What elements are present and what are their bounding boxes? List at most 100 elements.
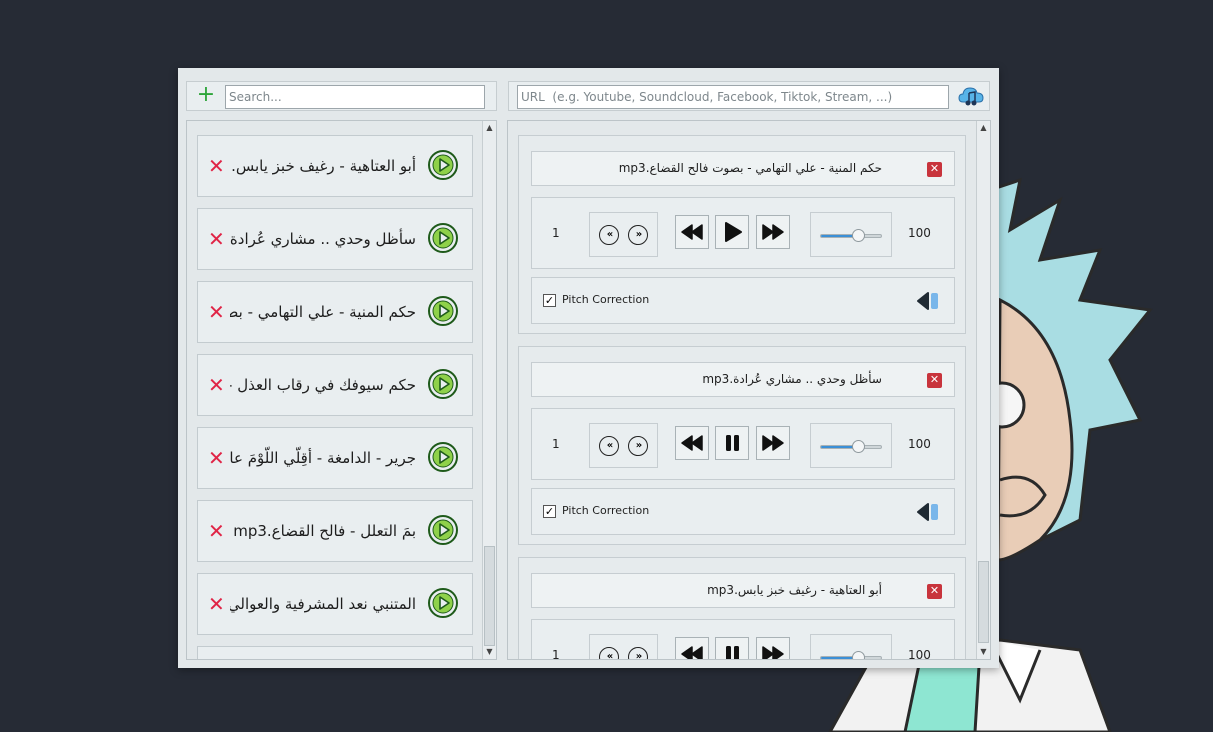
volume-value: 100 bbox=[908, 226, 931, 240]
speed-value: 1 bbox=[552, 226, 560, 240]
speed-value: 1 bbox=[552, 437, 560, 451]
play-circle-icon[interactable] bbox=[428, 150, 458, 180]
scroll-up-icon[interactable]: ▲ bbox=[483, 121, 496, 135]
plus-icon[interactable]: + bbox=[195, 84, 217, 107]
x-icon[interactable]: ✕ bbox=[208, 228, 226, 250]
player-controls: 1 «» 100 bbox=[531, 408, 955, 480]
track-title: حكم سيوفك في رقاب العذل - فالح القضاع.mp… bbox=[230, 376, 416, 394]
x-icon[interactable]: ✕ bbox=[208, 301, 226, 323]
play-circle-icon[interactable] bbox=[428, 369, 458, 399]
track-title: المتنبي نعد المشرفية والعوالي بصوت فالح … bbox=[230, 595, 416, 613]
scroll-down-icon[interactable]: ▼ bbox=[483, 645, 496, 659]
volume-knob[interactable] bbox=[852, 440, 866, 453]
pitch-row: ✓ Pitch Correction bbox=[531, 488, 955, 535]
previous-button[interactable] bbox=[675, 637, 709, 659]
playlist-toolbar: + bbox=[186, 81, 497, 111]
track-title: بمَ التعلل - فالح القضاع.mp3 bbox=[233, 522, 416, 540]
pause-button[interactable] bbox=[715, 637, 749, 659]
rewind-icon[interactable]: « bbox=[599, 436, 619, 456]
track-title: جرير - الدامغة - أقِلّي اللّوْمَ عاذِلَ … bbox=[230, 449, 416, 467]
scroll-down-icon[interactable]: ▼ bbox=[977, 645, 990, 659]
list-item[interactable]: ✕ بمَ التعلل - فالح القضاع.mp3 bbox=[197, 500, 473, 562]
play-circle-icon[interactable] bbox=[428, 223, 458, 253]
previous-button[interactable] bbox=[675, 215, 709, 249]
volume-value: 100 bbox=[908, 648, 931, 660]
volume-knob[interactable] bbox=[852, 229, 866, 242]
next-button[interactable] bbox=[756, 637, 790, 659]
close-icon[interactable]: ✕ bbox=[927, 584, 942, 599]
url-toolbar bbox=[508, 81, 990, 111]
previous-button[interactable] bbox=[675, 426, 709, 460]
player-header: أبو العتاهية - رغيف خبز يابس.mp3 ✕ bbox=[531, 573, 955, 608]
track-title: حكم المنية - علي التهامي - بصوت فالح الق… bbox=[230, 303, 416, 321]
x-icon[interactable]: ✕ bbox=[208, 593, 226, 615]
main-window: + ✕أبو العتاهية - رغيف خبز يابس.mp3✕سأظل… bbox=[178, 68, 999, 668]
pitch-checkbox[interactable]: ✓ bbox=[543, 294, 556, 307]
seek-group: «» bbox=[589, 212, 658, 257]
scroll-thumb[interactable] bbox=[978, 561, 989, 643]
players-panel: حكم المنية - علي التهامي - بصوت فالح الق… bbox=[507, 120, 991, 660]
seek-group: «» bbox=[589, 634, 658, 659]
playlist-scrollbar[interactable]: ▲ ▼ bbox=[482, 121, 496, 659]
volume-slider[interactable] bbox=[820, 440, 882, 453]
url-input[interactable] bbox=[517, 85, 949, 109]
x-icon[interactable]: ✕ bbox=[208, 447, 226, 469]
pitch-checkbox[interactable]: ✓ bbox=[543, 505, 556, 518]
play-button[interactable] bbox=[715, 215, 749, 249]
pitch-label: Pitch Correction bbox=[562, 504, 650, 517]
search-input[interactable] bbox=[225, 85, 485, 109]
list-item[interactable]: ✕جرير - الدامغة - أقِلّي اللّوْمَ عاذِلَ… bbox=[197, 427, 473, 489]
volume-group bbox=[810, 423, 892, 468]
track-title: أبو العتاهية - رغيف خبز يابس.mp3 bbox=[230, 157, 416, 175]
x-icon[interactable]: ✕ bbox=[208, 520, 226, 542]
rewind-icon[interactable]: « bbox=[599, 225, 619, 245]
speed-value: 1 bbox=[552, 648, 560, 660]
x-icon[interactable]: ✕ bbox=[208, 374, 226, 396]
player-card: أبو العتاهية - رغيف خبز يابس.mp3✕1«»100✓… bbox=[518, 557, 966, 660]
pitch-label: Pitch Correction bbox=[562, 293, 650, 306]
volume-group bbox=[810, 634, 892, 659]
scroll-thumb[interactable] bbox=[484, 546, 495, 646]
play-circle-icon[interactable] bbox=[428, 442, 458, 472]
list-item[interactable]: ✕سأظل وحدي .. مشاري عُرادة.mp3 bbox=[197, 208, 473, 270]
volume-slider[interactable] bbox=[820, 229, 882, 242]
player-controls: 1 «» 100 bbox=[531, 197, 955, 269]
player-header: حكم المنية - علي التهامي - بصوت فالح الق… bbox=[531, 151, 955, 186]
player-title: حكم المنية - علي التهامي - بصوت فالح الق… bbox=[618, 161, 882, 175]
next-button[interactable] bbox=[756, 215, 790, 249]
play-circle-icon[interactable] bbox=[428, 296, 458, 326]
player-card: حكم المنية - علي التهامي - بصوت فالح الق… bbox=[518, 135, 966, 334]
pitch-row: ✓ Pitch Correction bbox=[531, 277, 955, 324]
list-item[interactable]: ✕أبو العتاهية - رغيف خبز يابس.mp3 bbox=[197, 135, 473, 197]
play-circle-icon[interactable] bbox=[428, 588, 458, 618]
volume-knob[interactable] bbox=[852, 651, 866, 659]
player-header: سأظل وحدي .. مشاري عُرادة.mp3 ✕ bbox=[531, 362, 955, 397]
pause-button[interactable] bbox=[715, 426, 749, 460]
speaker-icon[interactable] bbox=[916, 290, 944, 312]
playlist-panel: ✕أبو العتاهية - رغيف خبز يابس.mp3✕سأظل و… bbox=[186, 120, 497, 660]
fast-forward-icon[interactable]: » bbox=[628, 225, 648, 245]
fast-forward-icon[interactable]: » bbox=[628, 647, 648, 659]
rewind-icon[interactable]: « bbox=[599, 647, 619, 659]
players-scrollbar[interactable]: ▲ ▼ bbox=[976, 121, 990, 659]
list-item[interactable] bbox=[197, 646, 473, 659]
track-title: سأظل وحدي .. مشاري عُرادة.mp3 bbox=[230, 230, 416, 248]
scroll-up-icon[interactable]: ▲ bbox=[977, 121, 990, 135]
fast-forward-icon[interactable]: » bbox=[628, 436, 648, 456]
close-icon[interactable]: ✕ bbox=[927, 373, 942, 388]
player-controls: 1 «» 100 bbox=[531, 619, 955, 660]
play-circle-icon[interactable] bbox=[428, 515, 458, 545]
next-button[interactable] bbox=[756, 426, 790, 460]
volume-group bbox=[810, 212, 892, 257]
close-icon[interactable]: ✕ bbox=[927, 162, 942, 177]
list-item[interactable]: ✕حكم المنية - علي التهامي - بصوت فالح ال… bbox=[197, 281, 473, 343]
seek-group: «» bbox=[589, 423, 658, 468]
volume-value: 100 bbox=[908, 437, 931, 451]
volume-slider[interactable] bbox=[820, 651, 882, 659]
player-card: سأظل وحدي .. مشاري عُرادة.mp3 ✕ 1 «» 100 ✓ Pit… bbox=[518, 346, 966, 545]
x-icon[interactable]: ✕ bbox=[208, 155, 226, 177]
speaker-icon[interactable] bbox=[916, 501, 944, 523]
list-item[interactable]: ✕حكم سيوفك في رقاب العذل - فالح القضاع.m… bbox=[197, 354, 473, 416]
cloud-music-icon[interactable] bbox=[958, 84, 984, 110]
list-item[interactable]: ✕المتنبي نعد المشرفية والعوالي بصوت فالح… bbox=[197, 573, 473, 635]
